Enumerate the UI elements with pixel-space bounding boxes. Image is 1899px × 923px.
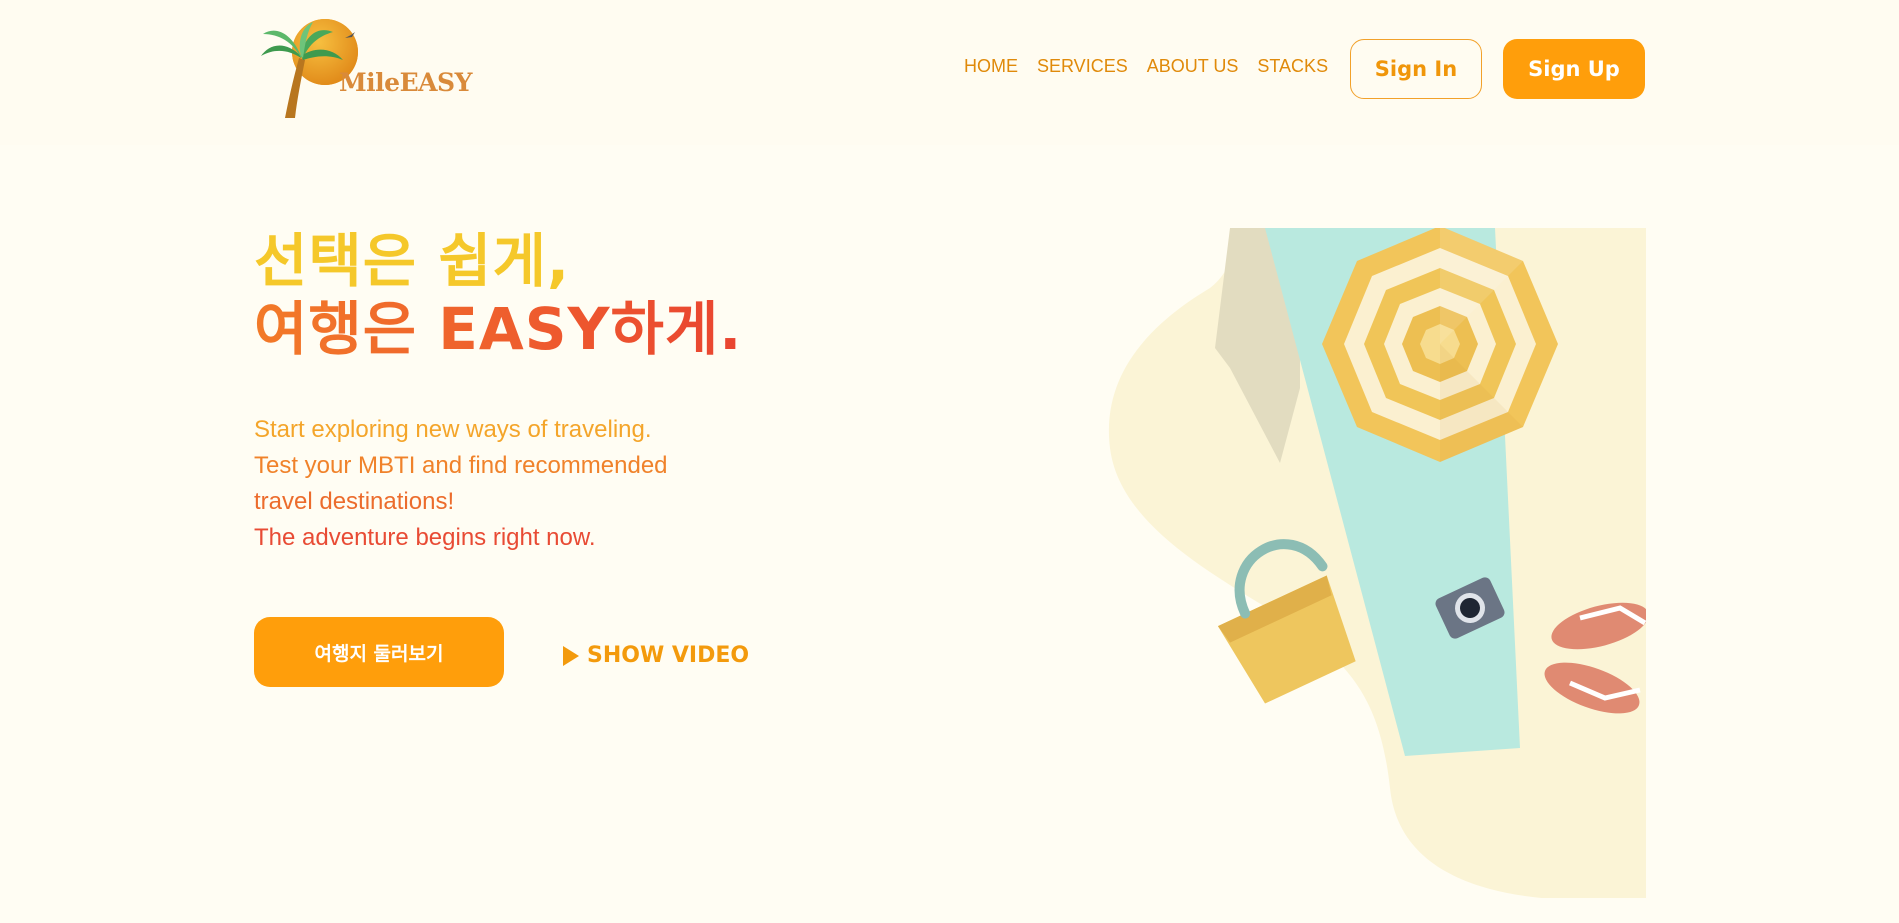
nav-item-home[interactable]: HOME — [964, 56, 1018, 77]
site-header: MileEASY HOME SERVICES ABOUT US STACKS S… — [0, 0, 1899, 145]
hero-description-line: The adventure begins right now. — [254, 524, 596, 551]
nav-item-services[interactable]: SERVICES — [1037, 56, 1128, 77]
hero-description: Start exploring new ways of traveling. T… — [254, 412, 774, 556]
main-nav: HOME SERVICES ABOUT US STACKS — [964, 56, 1328, 77]
beach-illustration — [1108, 228, 1646, 898]
nav-item-about-us[interactable]: ABOUT US — [1147, 56, 1239, 77]
hero-description-line: Test your MBTI and find recommended — [254, 452, 668, 479]
show-video-link[interactable]: SHOW VIDEO — [563, 643, 749, 668]
show-video-label: SHOW VIDEO — [587, 643, 750, 668]
nav-item-stacks[interactable]: STACKS — [1257, 56, 1328, 77]
hero-description-line: travel destinations! — [254, 488, 455, 515]
beach-umbrella — [1322, 228, 1558, 462]
explore-destinations-button[interactable]: 여행지 둘러보기 — [254, 617, 504, 687]
sign-in-button[interactable]: Sign In — [1350, 39, 1482, 99]
play-icon — [563, 645, 579, 666]
brand-name: MileEASY — [339, 68, 472, 97]
hero-headline-line2: 여행은 EASY하게. — [254, 282, 742, 366]
brand-logo[interactable]: MileEASY — [255, 18, 472, 120]
sign-up-button[interactable]: Sign Up — [1503, 39, 1645, 99]
hero-description-line: Start exploring new ways of traveling. — [254, 416, 652, 443]
